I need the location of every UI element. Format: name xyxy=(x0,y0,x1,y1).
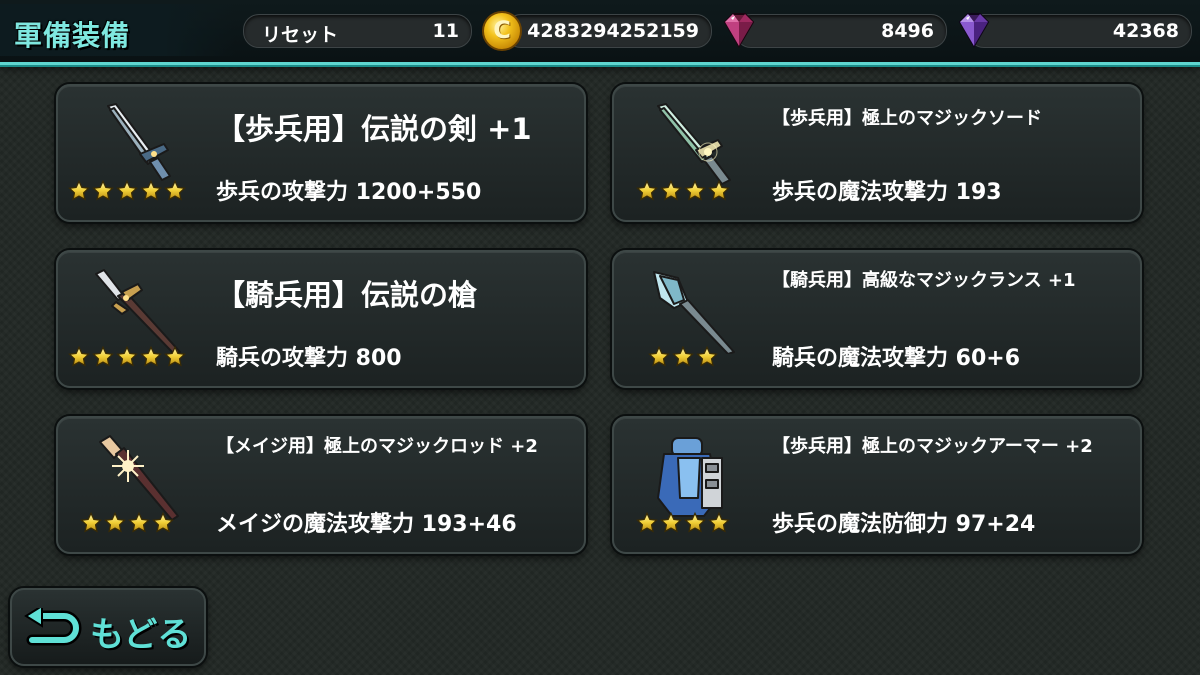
item-name: 【歩兵用】伝説の剣 +1 xyxy=(216,112,532,146)
rarity-stars xyxy=(648,346,718,368)
item-stat: 歩兵の魔法防御力 97+24 xyxy=(772,512,1036,537)
star-icon xyxy=(164,180,186,202)
reset-counter: リセット 11 xyxy=(243,14,472,48)
rarity-stars xyxy=(636,180,730,202)
star-icon xyxy=(684,180,706,202)
star-icon xyxy=(672,346,694,368)
red-gem-icon xyxy=(723,13,755,48)
rarity-stars xyxy=(68,180,186,202)
star-icon xyxy=(80,512,102,534)
star-icon xyxy=(128,512,150,534)
item-name: 【歩兵用】極上のマジックアーマー +2 xyxy=(772,436,1093,457)
return-arrow-icon xyxy=(24,608,82,646)
star-icon xyxy=(104,512,126,534)
rarity-stars xyxy=(68,346,186,368)
star-icon xyxy=(636,180,658,202)
equipment-card[interactable]: 【騎兵用】高級なマジックランス +1 騎兵の魔法攻撃力 60+6 xyxy=(612,250,1142,388)
armor-icon xyxy=(657,437,723,517)
star-icon xyxy=(660,180,682,202)
star-icon xyxy=(660,512,682,534)
item-name: 【騎兵用】伝説の槍 xyxy=(216,278,478,312)
equipment-card[interactable]: 【騎兵用】伝説の槍 騎兵の攻撃力 800 xyxy=(56,250,586,388)
item-name: 【メイジ用】極上のマジックロッド +2 xyxy=(216,436,538,457)
sword-icon xyxy=(107,103,171,181)
star-icon xyxy=(648,346,670,368)
back-label: もどる xyxy=(90,615,192,655)
equipment-card[interactable]: 【メイジ用】極上のマジックロッド +2 メイジの魔法攻撃力 193+46 xyxy=(56,416,586,554)
gold-value: 4283294252159 xyxy=(527,20,699,42)
star-icon xyxy=(68,180,90,202)
star-icon xyxy=(116,346,138,368)
gold-counter: 4283294252159 xyxy=(505,14,712,48)
gold-coin-icon: C xyxy=(482,11,522,51)
spear-icon xyxy=(95,269,181,354)
magic-sword-icon xyxy=(657,103,731,185)
star-icon xyxy=(140,180,162,202)
star-icon xyxy=(636,512,658,534)
star-icon xyxy=(116,180,138,202)
equipment-card[interactable]: 【歩兵用】伝説の剣 +1 歩兵の攻撃力 1200+550 xyxy=(56,84,586,222)
equipment-card[interactable]: 【歩兵用】極上のマジックアーマー +2 歩兵の魔法防御力 97+24 xyxy=(612,416,1142,554)
purple-gem-counter: 42368 xyxy=(968,14,1192,48)
star-icon xyxy=(684,512,706,534)
reset-count: 11 xyxy=(432,20,459,42)
page-title: 軍備装備 xyxy=(14,19,131,52)
item-stat: 歩兵の攻撃力 1200+550 xyxy=(216,180,482,205)
rarity-stars xyxy=(80,512,174,534)
top-bar: 軍備装備 リセット 11 4283294252159 C 8496 42368 xyxy=(0,0,1200,65)
star-icon xyxy=(696,346,718,368)
rarity-stars xyxy=(636,512,730,534)
coin-symbol: C xyxy=(493,16,511,44)
star-icon xyxy=(164,346,186,368)
item-stat: メイジの魔法攻撃力 193+46 xyxy=(216,512,517,537)
item-stat: 騎兵の攻撃力 800 xyxy=(216,346,402,371)
star-icon xyxy=(152,512,174,534)
magic-rod-icon xyxy=(99,435,179,520)
purple-gem-icon xyxy=(958,13,990,48)
star-icon xyxy=(92,180,114,202)
red-gem-counter: 8496 xyxy=(735,14,947,48)
star-icon xyxy=(708,180,730,202)
item-stat: 騎兵の魔法攻撃力 60+6 xyxy=(772,346,1021,371)
red-gem-value: 8496 xyxy=(881,20,934,42)
title-area: 軍備装備 xyxy=(0,4,235,56)
star-icon xyxy=(68,346,90,368)
reset-label: リセット xyxy=(262,24,339,46)
star-icon xyxy=(92,346,114,368)
item-name: 【歩兵用】極上のマジックソード xyxy=(772,108,1042,129)
item-stat: 歩兵の魔法攻撃力 193 xyxy=(772,180,1002,205)
magic-lance-icon xyxy=(653,271,735,354)
item-name: 【騎兵用】高級なマジックランス +1 xyxy=(772,270,1076,291)
back-button[interactable]: もどる xyxy=(10,588,206,666)
star-icon xyxy=(140,346,162,368)
purple-gem-value: 42368 xyxy=(1112,20,1179,42)
equipment-card[interactable]: 【歩兵用】極上のマジックソード 歩兵の魔法攻撃力 193 xyxy=(612,84,1142,222)
star-icon xyxy=(708,512,730,534)
